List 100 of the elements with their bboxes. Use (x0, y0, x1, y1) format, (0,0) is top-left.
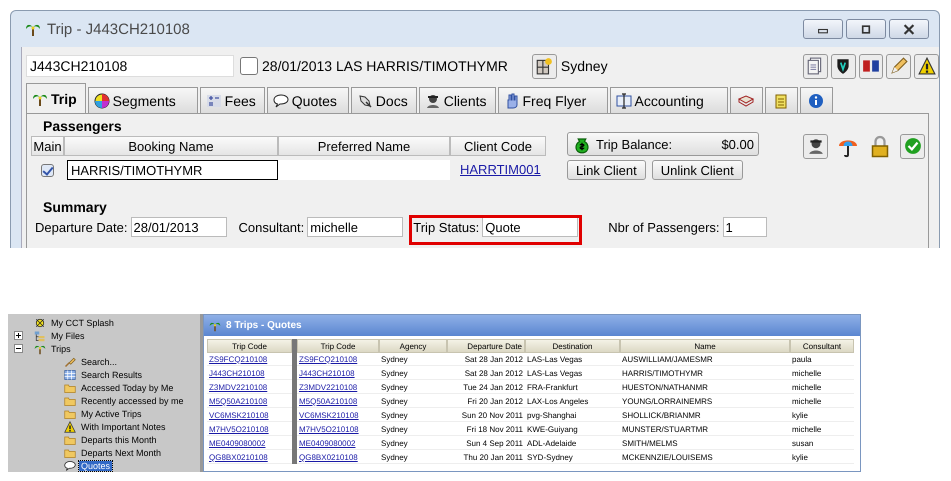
trip-code-link[interactable]: J443CH210108 (209, 368, 265, 378)
warning-button[interactable] (914, 54, 939, 78)
trip-code-link[interactable]: VC6MSK210108 (299, 410, 359, 420)
cabinet-button[interactable] (532, 54, 557, 78)
tree-item[interactable]: Departs this Month (79, 434, 159, 444)
tree-item[interactable]: Search Results (79, 370, 144, 380)
column-header: Departure Date (447, 339, 525, 353)
column-header: Agency (379, 339, 447, 353)
tab[interactable]: Quotes (266, 87, 349, 113)
tab[interactable]: Clients (418, 87, 496, 113)
expand-icon[interactable] (14, 331, 23, 340)
table-cell: SYD-Sydney (525, 451, 620, 464)
files-icon (34, 330, 46, 342)
balance-label: Trip Balance: (596, 136, 672, 152)
tree-item[interactable]: With Important Notes (79, 422, 168, 432)
speech-bubble-icon (64, 460, 76, 472)
trip-code-link[interactable]: ME0409080002 (209, 438, 266, 448)
trip-code-link[interactable]: ZS9FCQ210108 (209, 354, 268, 364)
field-label: Departure Date: (35, 220, 128, 234)
table-cell: SHOLLICK/BRIANMR (620, 409, 790, 422)
table-cell: Tue 24 Jan 2012 (447, 381, 525, 394)
trip-code-link[interactable]: QG8BX0210108 (299, 452, 358, 462)
folder-icon (64, 434, 76, 446)
tree-item[interactable]: Search... (79, 356, 120, 366)
warning-icon (918, 57, 936, 75)
maximize-icon (859, 24, 873, 34)
trip-code-link[interactable]: Z3MDV2210108 (209, 382, 268, 392)
tree-item[interactable]: Recently accessed by me (79, 396, 186, 406)
trip-code-link[interactable]: M5Q50A210108 (299, 396, 358, 406)
minimize-button[interactable] (803, 19, 843, 39)
table-cell: Sydney (379, 381, 447, 394)
text-field[interactable]: 1 (722, 217, 767, 237)
shield-button[interactable] (830, 54, 856, 78)
person-icon (806, 137, 824, 155)
collapse-icon[interactable] (14, 344, 23, 353)
person-icon (424, 92, 441, 108)
tab[interactable]: Segments (88, 87, 198, 113)
tree-item[interactable]: Trips (49, 344, 73, 354)
column-header: Trip Code (207, 339, 292, 353)
maximize-button[interactable] (846, 19, 886, 39)
trip-code-field[interactable]: J443CH210108 (26, 55, 234, 77)
column-header: Name (620, 339, 790, 353)
tab[interactable]: Docs (350, 87, 417, 113)
tree-item[interactable]: Accessed Today by Me (79, 382, 176, 392)
close-button[interactable] (889, 19, 929, 39)
trip-code-link[interactable]: J443CH210108 (299, 368, 355, 378)
trip-summary: 28/01/2013 LAS HARRIS/TIMOTHYMR (262, 58, 508, 74)
trip-code-link[interactable]: M5Q50A210108 (209, 396, 268, 406)
tab[interactable]: Fees (200, 87, 265, 113)
tab[interactable] (764, 87, 798, 113)
trip-code-link[interactable]: M7HV5O210108 (299, 424, 359, 434)
tab[interactable] (730, 87, 762, 113)
pencil-button[interactable] (886, 54, 912, 78)
person-button[interactable] (803, 134, 828, 158)
trip-code-link[interactable]: ZS9FCQ210108 (299, 354, 358, 364)
trip-code-link[interactable]: Z3MDV2210108 (299, 382, 358, 392)
tab[interactable]: Accounting (610, 87, 728, 113)
trip-code-link[interactable]: QG8BX0210108 (209, 452, 268, 462)
table-cell: AUSWILLIAM/JAMESMR (620, 353, 790, 366)
spellcheck-button[interactable] (858, 54, 884, 78)
document-button[interactable] (803, 54, 828, 78)
folder-icon (64, 394, 76, 406)
column-header: Trip Code (297, 339, 379, 353)
tab[interactable]: Trip (26, 83, 86, 113)
table-cell: MUNSTER/STUARTMR (620, 423, 790, 436)
check-icon (904, 137, 922, 155)
checkbox[interactable] (41, 164, 54, 176)
check-button[interactable] (900, 134, 925, 158)
tab[interactable]: Freq Flyer (498, 87, 608, 113)
trip-code-link[interactable]: ME0409080002 (299, 438, 356, 448)
table-cell: kylie (790, 451, 854, 464)
table-cell: pvg-Shanghai (525, 409, 620, 422)
tab[interactable] (800, 87, 832, 113)
folder-icon (64, 446, 76, 458)
tree-item[interactable]: My Active Trips (79, 408, 144, 418)
text-field[interactable]: Quote (482, 217, 578, 237)
client-code-link[interactable]: HARRTIM001 (450, 162, 541, 177)
pencil-icon (890, 57, 908, 75)
client-button[interactable]: Unlink Client (652, 160, 743, 180)
trip-balance-button[interactable]: Trip Balance: $0.00 (567, 132, 759, 156)
table-cell: Sydney (379, 451, 447, 464)
table-cell: Sydney (379, 423, 447, 436)
tree-item[interactable]: My Files (49, 330, 86, 340)
table-cell: Thu 20 Jan 2011 (447, 451, 525, 464)
text-field[interactable]: michelle (307, 217, 404, 237)
tree-item[interactable]: Departs Next Month (79, 448, 164, 458)
checkbox[interactable] (240, 57, 258, 75)
table-cell: Fri 20 Jan 2012 (447, 395, 525, 408)
column-header: Booking Name (64, 136, 278, 156)
client-button[interactable]: Link Client (567, 160, 646, 180)
section-title: Summary (42, 199, 108, 215)
trip-code-link[interactable]: VC6MSK210108 (209, 410, 269, 420)
cabinet-icon (535, 57, 554, 75)
folder-icon (64, 382, 76, 394)
tree-item[interactable]: My CCT Splash (49, 318, 116, 328)
tree-item[interactable]: Quotes (79, 460, 112, 470)
pin-icon (356, 92, 373, 108)
text-field[interactable]: 28/01/2013 (130, 217, 226, 237)
trip-code-link[interactable]: M7HV5O210108 (209, 424, 269, 434)
table-cell: LAS-Las Vegas (525, 367, 620, 380)
